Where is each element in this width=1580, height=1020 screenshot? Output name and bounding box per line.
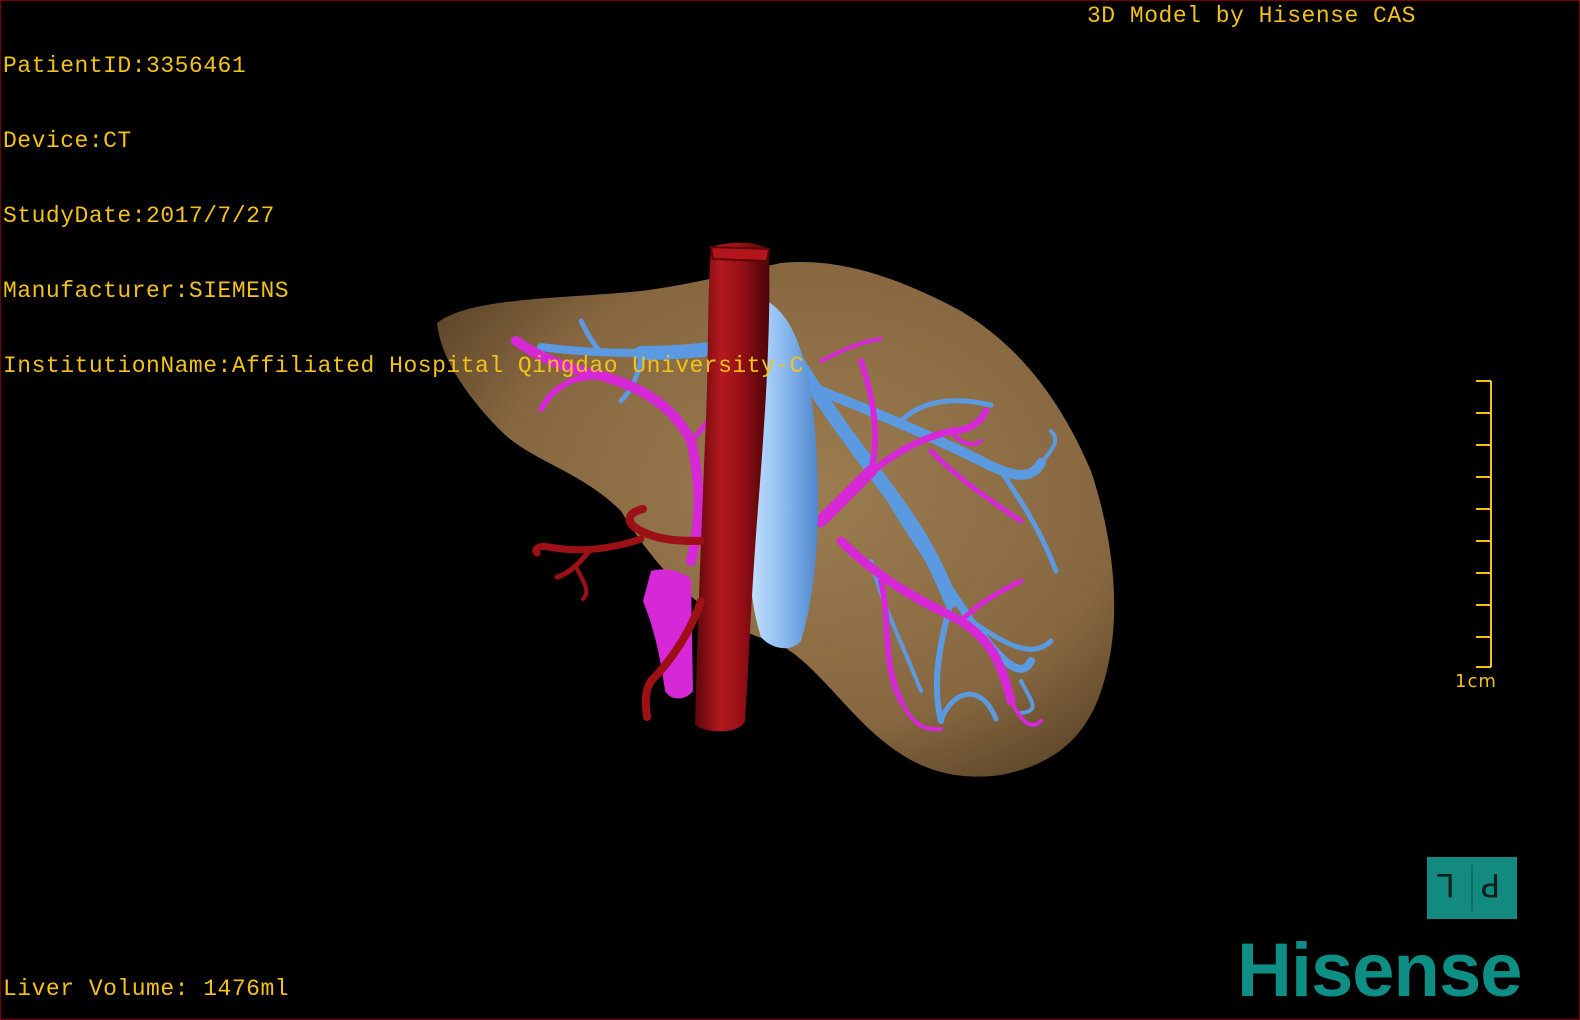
hisense-logo: Hisense: [1237, 928, 1522, 1013]
patient-id: PatientID:3356461: [3, 53, 247, 79]
device: Device:CT: [3, 128, 132, 154]
dicom-info-overlay: PatientID:3356461 Device:CT StudyDate:20…: [3, 4, 804, 429]
3d-viewport[interactable]: PatientID:3356461 Device:CT StudyDate:20…: [0, 0, 1580, 1020]
study-date: StudyDate:2017/7/27: [3, 203, 275, 229]
scale-bar: [1476, 380, 1492, 668]
orientation-left-glyph: L: [1437, 866, 1455, 904]
scale-bar-label: 1cm: [1455, 671, 1497, 692]
model-credit: 3D Model by Hisense CAS: [1087, 3, 1416, 29]
institution-name: InstitutionName:Affiliated Hospital Qing…: [3, 353, 804, 379]
liver-volume-readout: Liver Volume: 1476ml: [3, 976, 290, 1002]
orientation-cube[interactable]: L P: [1427, 857, 1517, 919]
manufacturer: Manufacturer:SIEMENS: [3, 278, 290, 304]
orientation-cube-divider: [1471, 865, 1473, 911]
orientation-right-glyph: P: [1481, 866, 1501, 904]
